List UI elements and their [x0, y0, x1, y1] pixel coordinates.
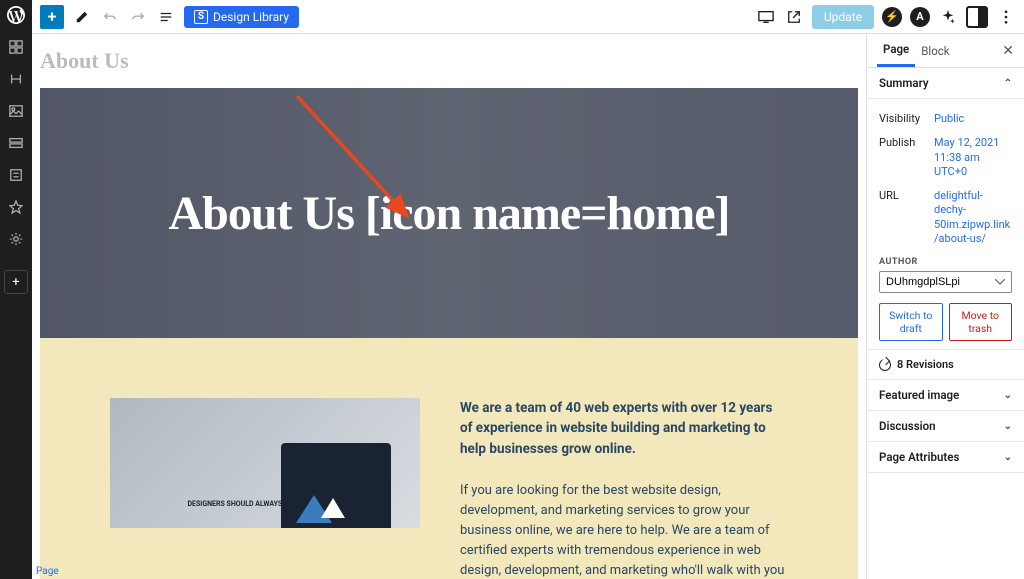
astra-icon[interactable]: A: [910, 7, 930, 27]
settings-panel-toggle-icon[interactable]: [966, 6, 988, 28]
redo-icon[interactable]: [128, 7, 148, 27]
featured-image-panel[interactable]: Featured image ⌄: [867, 380, 1024, 411]
author-heading: AUTHOR: [879, 257, 1012, 267]
jetpack-icon[interactable]: ⚡: [882, 7, 902, 27]
intro-lead-text[interactable]: We are a team of 40 web experts with ove…: [460, 398, 788, 459]
chevron-up-icon: ⌃: [1004, 78, 1012, 89]
update-button[interactable]: Update: [812, 5, 874, 29]
hero-heading[interactable]: About Us [icon name=home]: [168, 186, 729, 241]
design-library-button[interactable]: S Design Library: [184, 6, 299, 28]
team-image-placeholder: DESIGNERS SHOULD ALWAYS KEEP THEIR USERS…: [110, 398, 420, 528]
summary-panel-header[interactable]: Summary ⌃: [867, 68, 1024, 99]
undo-icon[interactable]: [100, 7, 120, 27]
editor-canvas[interactable]: About Us About Us [icon name=home]: [32, 34, 866, 579]
chevron-down-icon: ⌄: [1004, 452, 1012, 463]
visibility-label: Visibility: [879, 112, 934, 126]
revisions-icon: [879, 359, 891, 371]
author-select[interactable]: DUhmgdplSLpi: [879, 271, 1012, 293]
revisions-link[interactable]: 8 Revisions: [867, 350, 1024, 380]
editor-topbar: + S Design Library Update ⚡ A: [32, 0, 1024, 34]
responsive-preview-icon[interactable]: [756, 7, 776, 27]
move-to-trash-button[interactable]: Move to trash: [949, 303, 1013, 341]
summary-panel-body: Visibility Public Publish May 12, 2021 1…: [867, 99, 1024, 350]
rail-add-button[interactable]: +: [4, 270, 28, 294]
document-overview-icon[interactable]: [156, 7, 176, 27]
rail-image-icon[interactable]: [7, 102, 25, 120]
block-inserter-button[interactable]: +: [40, 5, 64, 29]
tab-page[interactable]: Page: [877, 34, 915, 67]
close-sidebar-icon[interactable]: ✕: [1002, 43, 1014, 59]
publish-label: Publish: [879, 136, 934, 179]
rail-spectra-icon[interactable]: [7, 198, 25, 216]
about-intro-section[interactable]: DESIGNERS SHOULD ALWAYS KEEP THEIR USERS…: [40, 338, 858, 579]
admin-rail: +: [0, 0, 32, 579]
options-menu-icon[interactable]: [996, 7, 1016, 27]
chevron-down-icon: ⌄: [1004, 390, 1012, 401]
rail-heading-icon[interactable]: [7, 70, 25, 88]
tab-block[interactable]: Block: [915, 34, 955, 67]
rail-settings-icon[interactable]: [7, 230, 25, 248]
design-library-label: Design Library: [213, 10, 289, 24]
url-value[interactable]: delightful-dechy-50im.zipwp.link/about-u…: [934, 189, 1012, 246]
breadcrumb[interactable]: Page: [36, 566, 59, 577]
external-preview-icon[interactable]: [784, 7, 804, 27]
sidebar-tabs: Page Block ✕: [867, 34, 1024, 68]
url-label: URL: [879, 189, 934, 246]
visibility-value[interactable]: Public: [934, 112, 1012, 126]
publish-value[interactable]: May 12, 2021 11:38 am UTC+0: [934, 136, 1012, 179]
page-attributes-panel[interactable]: Page Attributes ⌄: [867, 442, 1024, 473]
spectra-logo-icon: S: [194, 10, 208, 24]
settings-sidebar: Page Block ✕ Summary ⌃ Visibility Public…: [866, 34, 1024, 579]
discussion-panel[interactable]: Discussion ⌄: [867, 411, 1024, 442]
intro-body-text[interactable]: If you are looking for the best website …: [460, 481, 788, 579]
chevron-down-icon: ⌄: [1004, 421, 1012, 432]
rail-block-icon[interactable]: [7, 38, 25, 56]
rail-form-icon[interactable]: [7, 166, 25, 184]
rail-container-icon[interactable]: [7, 134, 25, 152]
wordpress-logo-icon[interactable]: [7, 6, 25, 24]
page-title-label: About Us: [40, 42, 858, 88]
edit-tool-icon[interactable]: [72, 7, 92, 27]
hero-section[interactable]: About Us [icon name=home]: [40, 88, 858, 338]
switch-to-draft-button[interactable]: Switch to draft: [879, 303, 943, 341]
ai-sparkle-icon[interactable]: [938, 7, 958, 27]
